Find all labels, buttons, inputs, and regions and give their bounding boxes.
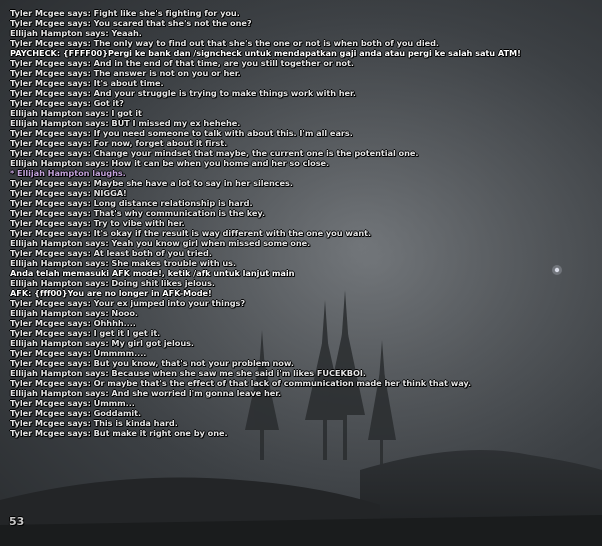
- chat-line: Tyler Mcgee says: But make it right one …: [10, 428, 228, 438]
- chat-log: Tyler Mcgee says: Fight like she's fight…: [10, 8, 600, 438]
- chat-line: Tyler Mcgee says: Ummmm....: [10, 348, 147, 358]
- chat-line-system: AFK: {fff00}You are no longer in AFK-Mod…: [10, 288, 212, 298]
- chat-line: Tyler Mcgee says: Maybe she have a lot t…: [10, 178, 293, 188]
- chat-line: Tyler Mcgee says: Goddamit.: [10, 408, 142, 418]
- chat-line-action: * Ellijah Hampton laughs.: [10, 168, 126, 178]
- chat-line: Ellijah Hampton says: Doing shit likes j…: [10, 278, 215, 288]
- fps-counter: 53: [9, 515, 25, 528]
- chat-line: Ellijah Hampton says: Yeaah.: [10, 28, 142, 38]
- chat-line: Tyler Mcgee says: It's okay if the resul…: [10, 228, 372, 238]
- chat-line: Tyler Mcgee says: Try to vibe with her.: [10, 218, 185, 228]
- chat-line: Tyler Mcgee says: Ohhhh....: [10, 318, 136, 328]
- chat-line: Ellijah Hampton says: She makes trouble …: [10, 258, 237, 268]
- chat-line: Tyler Mcgee says: And your struggle is t…: [10, 88, 356, 98]
- chat-line: Ellijah Hampton says: And she worried i'…: [10, 388, 282, 398]
- chat-line: Tyler Mcgee says: Got it?: [10, 98, 124, 108]
- chat-line: Ellijah Hampton says: Yeah you know girl…: [10, 238, 311, 248]
- chat-line: Tyler Mcgee says: NIGGA!: [10, 188, 127, 198]
- chat-line: Ellijah Hampton says: I got it: [10, 108, 142, 118]
- chat-line: Ellijah Hampton says: How it can be when…: [10, 158, 330, 168]
- chat-line: Tyler Mcgee says: The answer is not on y…: [10, 68, 241, 78]
- chat-line: Ellijah Hampton says: BUT I missed my ex…: [10, 118, 241, 128]
- chat-line: Tyler Mcgee says: Ummm...: [10, 398, 135, 408]
- chat-line: Tyler Mcgee says: It's about time.: [10, 78, 164, 88]
- chat-line: Tyler Mcgee says: If you need someone to…: [10, 128, 353, 138]
- chat-line: Tyler Mcgee says: Or maybe that's the ef…: [10, 378, 472, 388]
- chat-line-system: PAYCHECK: {FFFF00}Pergi ke bank dan /sig…: [10, 48, 521, 58]
- chat-line-system: Anda telah memasuki AFK mode!, ketik /af…: [10, 268, 295, 278]
- chat-line: Ellijah Hampton says: My girl got jelous…: [10, 338, 194, 348]
- chat-line: Tyler Mcgee says: But you know, that's n…: [10, 358, 294, 368]
- chat-line: Tyler Mcgee says: Your ex jumped into yo…: [10, 298, 246, 308]
- chat-line: Tyler Mcgee says: Change your mindset th…: [10, 148, 419, 158]
- chat-line: Tyler Mcgee says: Fight like she's fight…: [10, 8, 240, 18]
- chat-line: Tyler Mcgee says: Long distance relation…: [10, 198, 253, 208]
- chat-line: Tyler Mcgee says: And in the end of that…: [10, 58, 354, 68]
- chat-line: Tyler Mcgee says: The only way to find o…: [10, 38, 439, 48]
- chat-line: Tyler Mcgee says: This is kinda hard.: [10, 418, 178, 428]
- chat-line: Ellijah Hampton says: Nooo.: [10, 308, 138, 318]
- chat-line: Tyler Mcgee says: That's why communicati…: [10, 208, 266, 218]
- chat-line: Tyler Mcgee says: At least both of you t…: [10, 248, 212, 258]
- chat-line: Ellijah Hampton says: Because when she s…: [10, 368, 366, 378]
- chat-line: Tyler Mcgee says: For now, forget about …: [10, 138, 228, 148]
- chat-line: Tyler Mcgee says: I get it I get it.: [10, 328, 161, 338]
- chat-line: Tyler Mcgee says: You scared that she's …: [10, 18, 252, 28]
